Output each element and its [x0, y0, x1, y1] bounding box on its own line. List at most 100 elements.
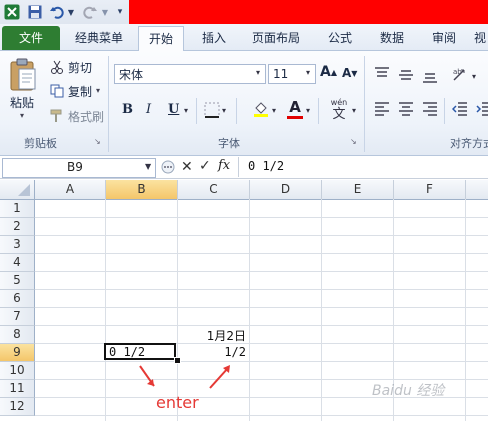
gridline	[321, 199, 322, 421]
paste-icon[interactable]	[8, 57, 38, 93]
tab-review[interactable]: 审阅	[422, 26, 466, 50]
phonetic-button[interactable]: wén 文	[328, 98, 350, 122]
orientation-icon[interactable]: ab	[452, 66, 470, 82]
name-box-dropdown-icon[interactable]: ▼	[145, 162, 151, 171]
tab-insert[interactable]: 插入	[192, 26, 236, 50]
font-launcher-icon[interactable]: ↘	[350, 137, 357, 146]
insert-function-button[interactable]: fx	[218, 158, 230, 173]
column-header-a[interactable]: A	[35, 180, 106, 200]
borders-dropdown-icon[interactable]: ▾	[222, 106, 226, 115]
redo-dropdown-icon: ▼	[101, 7, 109, 17]
tab-file[interactable]: 文件	[2, 26, 60, 50]
undo-icon[interactable]	[48, 3, 66, 21]
column-header-b[interactable]: B	[106, 180, 178, 200]
align-center-icon[interactable]	[398, 102, 414, 116]
tab-page-layout[interactable]: 页面布局	[244, 26, 308, 50]
name-box-value: B9	[67, 160, 83, 174]
italic-button[interactable]: I	[146, 102, 151, 117]
undo-dropdown-icon[interactable]: ▼	[66, 3, 76, 21]
enter-entry-icon[interactable]: ✓	[199, 158, 211, 174]
borders-icon[interactable]	[204, 102, 220, 118]
cell-b9: 0 1/2	[109, 345, 146, 359]
phonetic-char: 文	[332, 107, 346, 122]
font-size-value: 11	[273, 67, 289, 81]
font-color-button[interactable]: A	[286, 98, 304, 120]
column-header-c[interactable]: C	[178, 180, 250, 200]
clipboard-launcher-icon[interactable]: ↘	[94, 137, 101, 146]
row-header-8[interactable]: 8	[0, 326, 35, 344]
align-top-icon[interactable]	[374, 66, 390, 80]
shrink-font-button[interactable]: A ▼	[342, 66, 357, 80]
clipboard-group-label: 剪贴板	[24, 137, 57, 150]
copy-icon[interactable]	[50, 84, 64, 98]
name-box[interactable]: B9 ▼	[2, 158, 156, 178]
redo-icon	[82, 3, 98, 21]
shrink-font-label: A	[342, 66, 352, 80]
underline-dropdown-icon[interactable]: ▾	[184, 106, 188, 115]
underline-button[interactable]: U	[168, 102, 179, 117]
formula-bar-expand-icon[interactable]	[160, 160, 176, 174]
phonetic-dropdown-icon[interactable]: ▾	[352, 106, 356, 115]
font-separator-2	[236, 98, 237, 124]
cancel-entry-icon[interactable]: ✕	[181, 159, 193, 175]
group-separator	[108, 56, 109, 152]
align-separator	[444, 98, 445, 124]
gridline	[35, 253, 488, 254]
orientation-dropdown-icon[interactable]: ▾	[472, 72, 476, 81]
column-header-e[interactable]: E	[322, 180, 394, 200]
font-name-select[interactable]: 宋体	[114, 64, 266, 84]
alignment-group-label: 对齐方式	[450, 137, 488, 150]
align-middle-icon[interactable]	[398, 68, 414, 82]
save-icon[interactable]	[26, 3, 44, 21]
paste-dropdown-icon[interactable]: ▾	[20, 111, 24, 120]
align-bottom-icon[interactable]	[422, 70, 438, 84]
row-header-3[interactable]: 3	[0, 236, 35, 254]
font-name-dropdown-icon[interactable]: ▾	[256, 68, 260, 77]
bold-button[interactable]: B	[122, 102, 133, 117]
column-header-d[interactable]: D	[250, 180, 322, 200]
copy-dropdown-icon[interactable]: ▾	[96, 86, 100, 95]
row-header-2[interactable]: 2	[0, 218, 35, 236]
row-header-7[interactable]: 7	[0, 308, 35, 326]
grow-font-button[interactable]: A ▲	[320, 64, 337, 80]
align-right-icon[interactable]	[422, 102, 438, 116]
format-painter-button[interactable]: 格式刷	[68, 108, 104, 125]
row-header-10[interactable]: 10	[0, 362, 35, 380]
tab-home[interactable]: 开始	[138, 26, 184, 52]
tab-view[interactable]: 视	[472, 26, 488, 50]
paste-button[interactable]: 粘贴	[10, 94, 40, 111]
cut-icon[interactable]	[50, 60, 64, 74]
fill-color-dropdown-icon[interactable]: ▾	[272, 106, 276, 115]
decrease-indent-icon[interactable]	[451, 102, 468, 116]
cell-c8[interactable]: 1月2日	[178, 327, 246, 344]
align-left-icon[interactable]	[374, 102, 390, 116]
selected-cell-b9[interactable]: 0 1/2	[104, 343, 176, 360]
row-header-4[interactable]: 4	[0, 254, 35, 272]
font-size-dropdown-icon[interactable]: ▾	[306, 68, 310, 77]
column-header-f[interactable]: F	[394, 180, 466, 200]
gridline	[35, 271, 488, 272]
cell-c9[interactable]: 1/2	[178, 345, 246, 359]
column-header-g[interactable]	[466, 180, 488, 200]
cut-button[interactable]: 剪切	[68, 59, 92, 76]
row-header-12[interactable]: 12	[0, 398, 35, 416]
tab-data[interactable]: 数据	[370, 26, 414, 50]
row-header-5[interactable]: 5	[0, 272, 35, 290]
customize-qa-icon[interactable]: ▾	[114, 3, 126, 21]
tab-formulas[interactable]: 公式	[318, 26, 362, 50]
row-header-11[interactable]: 11	[0, 380, 35, 398]
copy-button[interactable]: 复制	[68, 83, 92, 100]
row-header-1[interactable]: 1	[0, 200, 35, 218]
font-color-dropdown-icon[interactable]: ▾	[306, 106, 310, 115]
gridline	[35, 415, 488, 416]
excel-icon[interactable]	[3, 3, 21, 21]
row-header-6[interactable]: 6	[0, 290, 35, 308]
svg-text:ab: ab	[453, 68, 462, 76]
fill-color-icon[interactable]	[252, 100, 270, 118]
increase-indent-icon[interactable]	[476, 102, 488, 116]
gridline	[35, 217, 488, 218]
formula-input[interactable]: 0 1/2	[248, 159, 284, 173]
tab-classic-menu[interactable]: 经典菜单	[66, 26, 132, 50]
row-header-9[interactable]: 9	[0, 344, 35, 362]
select-all-corner[interactable]	[0, 180, 35, 200]
